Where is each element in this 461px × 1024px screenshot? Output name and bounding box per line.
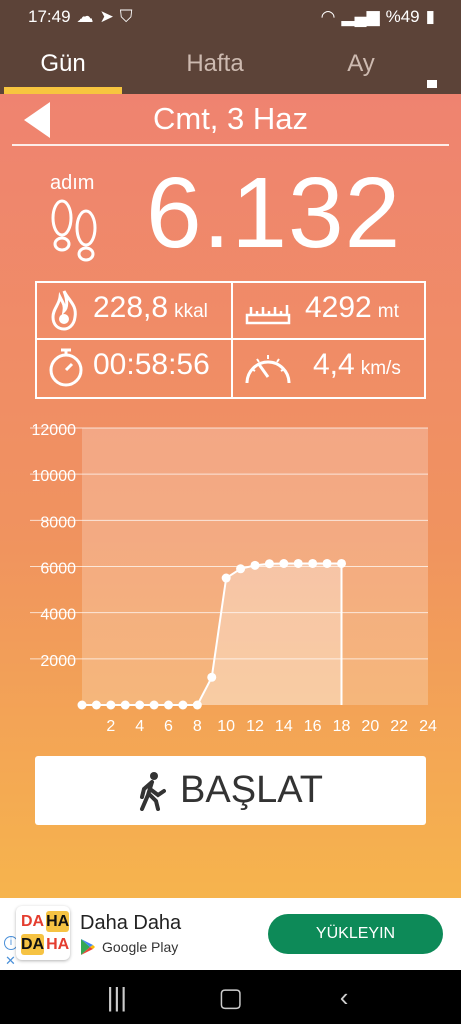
home-icon[interactable]: ▢ bbox=[210, 982, 250, 1013]
data-point bbox=[164, 700, 173, 710]
speed-value: 4,4 bbox=[313, 348, 355, 381]
y-tick-label: 6000 bbox=[40, 561, 76, 578]
data-point bbox=[135, 700, 145, 710]
ad-store-label: Google Play bbox=[102, 939, 179, 955]
status-time: 17:49 bbox=[28, 7, 71, 26]
battery-icon: ▮ bbox=[425, 7, 435, 26]
date-header: Cmt, 3 Haz bbox=[12, 94, 449, 146]
data-point bbox=[149, 700, 159, 710]
telegram-icon: ➤ bbox=[99, 7, 114, 26]
data-point bbox=[178, 700, 188, 710]
duration-stat: 00:58:56 bbox=[93, 348, 210, 382]
data-point bbox=[192, 700, 202, 710]
data-point bbox=[293, 558, 303, 568]
ad-title: Daha Daha bbox=[80, 912, 182, 934]
step-count: 6.132 bbox=[146, 157, 402, 269]
shield-icon: ⛉ bbox=[119, 7, 133, 26]
data-point bbox=[264, 559, 274, 569]
start-button[interactable]: BAŞLAT bbox=[35, 756, 426, 825]
speed-stat: 4,4 km/s bbox=[313, 348, 401, 382]
ad-banner[interactable]: i ✕ DA HA DA HA Daha Daha Google Play YÜ… bbox=[0, 898, 461, 970]
distance-value: 4292 bbox=[305, 291, 372, 324]
ad-logo-text: HA bbox=[46, 936, 70, 953]
current-date: Cmt, 3 Haz bbox=[152, 101, 309, 136]
x-tick-label: 6 bbox=[164, 718, 173, 735]
x-tick-label: 2 bbox=[106, 718, 115, 735]
recents-icon[interactable]: ||| bbox=[97, 982, 137, 1013]
calories-unit: kkal bbox=[174, 301, 208, 322]
duration-value: 00:58:56 bbox=[93, 348, 210, 381]
x-tick-label: 4 bbox=[135, 718, 144, 735]
status-bar: 17:49 ☁ ➤ ⛉ ◠ ▂▄▆ %49 ▮ bbox=[0, 0, 461, 34]
ad-logo-text: DA bbox=[21, 913, 45, 930]
x-tick-label: 18 bbox=[333, 718, 351, 735]
x-tick-label: 10 bbox=[217, 718, 235, 735]
calories-stat: 228,8 kkal bbox=[93, 291, 208, 325]
ad-logo-text: HA bbox=[46, 911, 70, 932]
steps-label: adım bbox=[50, 172, 95, 194]
back-icon[interactable]: ‹ bbox=[324, 982, 364, 1013]
ad-install-button[interactable]: YÜKLEYIN bbox=[268, 914, 443, 954]
stats-grid: 228,8 kkal 4292 mt 00:58:56 4,4 km/s bbox=[35, 281, 426, 399]
data-point bbox=[221, 573, 231, 583]
wifi-icon: ◠ bbox=[320, 7, 336, 26]
walking-person-icon bbox=[140, 771, 167, 811]
data-point bbox=[207, 672, 217, 682]
data-point bbox=[322, 558, 332, 568]
steps-chart: 120001000080006000400020002 4 6 8 10 12 14 16 18… bbox=[30, 422, 437, 735]
ad-logo-text: DA bbox=[21, 934, 45, 955]
signal-icon: ▂▄▆ bbox=[341, 7, 380, 26]
x-tick-label: 22 bbox=[390, 718, 408, 735]
tab-day[interactable]: Gün bbox=[0, 34, 126, 94]
ad-close-icon[interactable]: ✕ bbox=[5, 953, 16, 969]
back-arrow-icon[interactable] bbox=[24, 102, 50, 138]
period-tabs: Gün Hafta Ay bbox=[0, 34, 461, 116]
y-tick-label: 2000 bbox=[40, 653, 76, 670]
x-tick-label: 8 bbox=[193, 718, 202, 735]
data-point bbox=[77, 700, 87, 710]
x-tick-label: 14 bbox=[275, 718, 293, 735]
data-point bbox=[308, 558, 318, 568]
footprints-icon bbox=[51, 199, 97, 262]
x-tick-label: 16 bbox=[304, 718, 322, 735]
data-point bbox=[337, 558, 346, 568]
data-point bbox=[250, 560, 260, 570]
start-button-label: BAŞLAT bbox=[180, 769, 323, 811]
data-point bbox=[279, 558, 289, 568]
data-point bbox=[106, 700, 116, 710]
tab-week[interactable]: Hafta bbox=[152, 34, 278, 94]
system-nav-bar: ||| ▢ ‹ bbox=[0, 970, 461, 1024]
x-tick-label: 20 bbox=[361, 718, 379, 735]
speedometer-icon bbox=[245, 355, 291, 384]
y-tick-label: 8000 bbox=[40, 514, 76, 531]
y-tick-label: 12000 bbox=[32, 422, 77, 439]
data-point bbox=[91, 700, 101, 710]
cloud-icon: ☁ bbox=[76, 7, 94, 26]
tab-month[interactable]: Ay bbox=[298, 34, 424, 94]
google-play-icon bbox=[81, 939, 95, 955]
distance-stat: 4292 mt bbox=[305, 291, 399, 325]
battery-level: %49 bbox=[385, 7, 420, 26]
data-point bbox=[120, 700, 130, 710]
flame-icon bbox=[51, 290, 77, 331]
distance-unit: mt bbox=[377, 301, 399, 322]
speed-unit: km/s bbox=[360, 358, 401, 379]
y-tick-label: 4000 bbox=[40, 607, 76, 624]
ad-app-logo: DA HA DA HA bbox=[16, 906, 70, 960]
data-point bbox=[236, 564, 246, 574]
x-tick-label: 24 bbox=[419, 718, 437, 735]
calories-value: 228,8 bbox=[93, 291, 169, 324]
stopwatch-icon bbox=[49, 348, 83, 387]
x-tick-label: 12 bbox=[246, 718, 264, 735]
y-tick-label: 10000 bbox=[32, 468, 77, 485]
ruler-icon bbox=[245, 305, 291, 325]
ad-store: Google Play bbox=[80, 938, 178, 956]
main-panel: Cmt, 3 Haz adım 6.132 228,8 kkal 4292 mt bbox=[0, 94, 461, 898]
